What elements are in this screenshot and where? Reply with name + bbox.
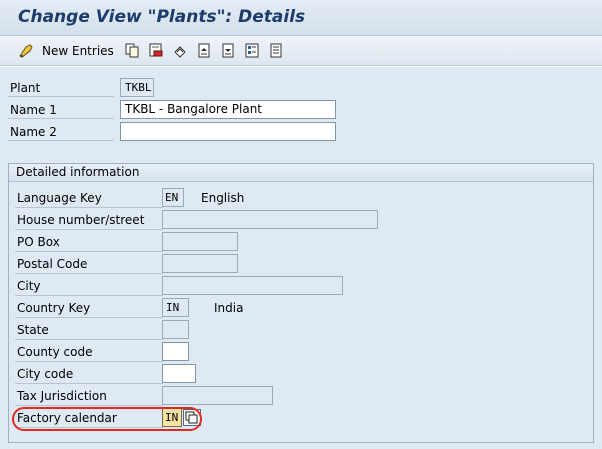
label-underline (15, 339, 163, 340)
state-field[interactable] (162, 320, 189, 339)
country-key-text: India (214, 301, 244, 315)
house-number-field[interactable] (162, 210, 378, 229)
glasses-icon (19, 44, 33, 58)
name2-label: Name 2 (10, 125, 57, 139)
language-key-field[interactable]: EN (162, 188, 184, 207)
label-underline (15, 383, 163, 384)
tax-jurisdiction-label: Tax Jurisdiction (17, 389, 107, 403)
label-underline (15, 405, 163, 406)
label-underline (15, 361, 163, 362)
detailed-information-group: Detailed information Language Key EN Eng… (8, 163, 594, 443)
factory-calendar-highlight (12, 407, 202, 431)
name1-label: Name 1 (10, 103, 57, 117)
country-key-field[interactable]: IN (162, 298, 189, 317)
city-code-field[interactable] (162, 364, 196, 383)
name1-field[interactable]: TKBL - Bangalore Plant (120, 100, 336, 119)
city-field[interactable] (162, 276, 343, 295)
state-label: State (17, 323, 49, 337)
new-entries-label: New Entries (42, 44, 114, 58)
page-title: Change View "Plants": Details (18, 7, 306, 27)
title-bar: Change View "Plants": Details (0, 0, 602, 36)
group-header: Detailed information (9, 164, 593, 182)
city-code-label: City code (17, 367, 74, 381)
label-underline (15, 273, 163, 274)
main-content: Plant TKBL Name 1 TKBL - Bangalore Plant… (0, 67, 602, 449)
label-underline (15, 317, 163, 318)
application-toolbar: New Entries (0, 36, 602, 66)
po-box-field[interactable] (162, 232, 238, 251)
select-all-icon[interactable] (245, 43, 259, 58)
po-box-label: PO Box (17, 235, 60, 249)
group-title: Detailed information (16, 165, 140, 179)
county-code-field[interactable] (162, 342, 189, 361)
plant-field[interactable]: TKBL (120, 78, 154, 97)
copy-icon[interactable] (125, 43, 139, 58)
name2-field[interactable] (120, 122, 336, 141)
postal-code-label: Postal Code (17, 257, 88, 271)
delete-icon[interactable] (149, 43, 163, 58)
postal-code-field[interactable] (162, 254, 238, 273)
label-underline (15, 295, 163, 296)
city-label: City (17, 279, 41, 293)
new-entries-button[interactable]: New Entries (18, 43, 114, 59)
house-number-label: House number/street (17, 213, 145, 227)
previous-entry-icon[interactable] (197, 43, 211, 58)
label-underline (8, 140, 114, 141)
county-code-label: County code (17, 345, 93, 359)
label-underline (8, 118, 114, 119)
country-key-label: Country Key (17, 301, 91, 315)
next-entry-icon[interactable] (221, 43, 235, 58)
label-underline (15, 251, 163, 252)
undo-icon[interactable] (173, 43, 187, 58)
language-key-text: English (201, 191, 245, 205)
label-underline (8, 96, 114, 97)
plant-label: Plant (10, 81, 41, 95)
label-underline (15, 229, 163, 230)
variable-list-icon[interactable] (269, 43, 283, 58)
tax-jurisdiction-field[interactable] (162, 386, 273, 405)
label-underline (15, 207, 163, 208)
language-key-label: Language Key (17, 191, 102, 205)
